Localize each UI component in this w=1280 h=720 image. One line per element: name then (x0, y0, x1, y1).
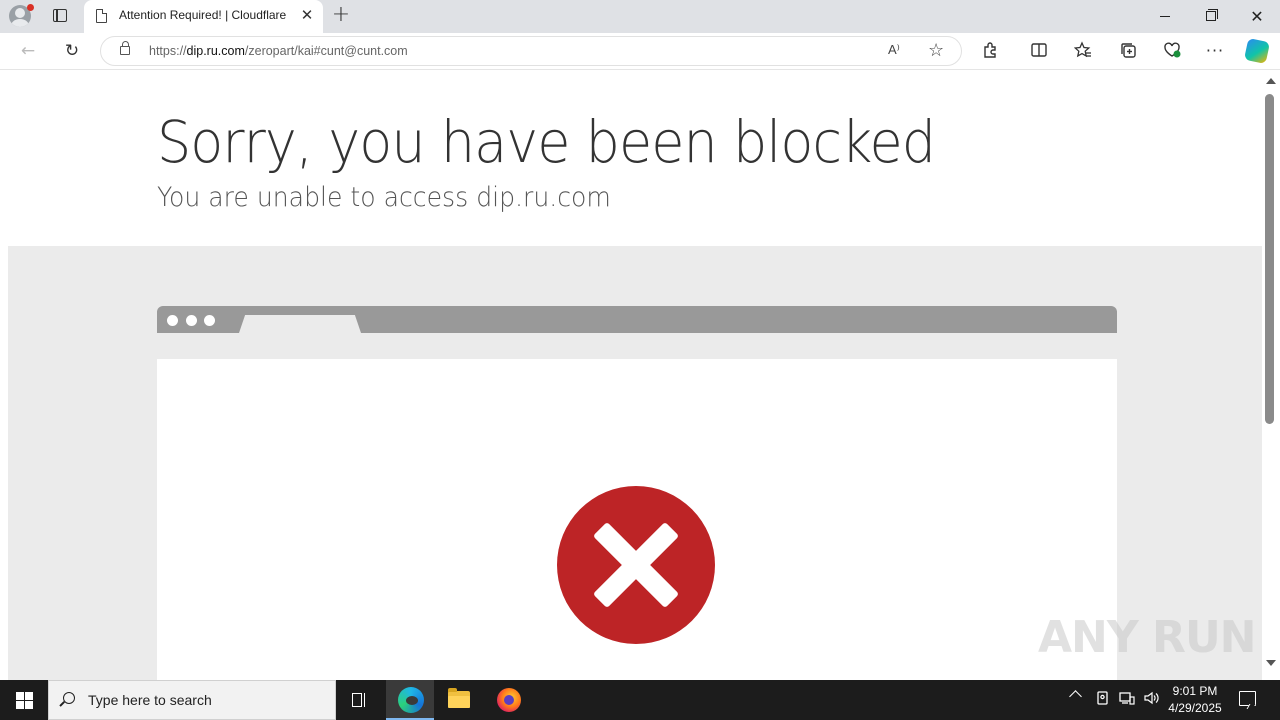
browser-toolbar: ← ↻ https://dip.ru.com/zeropart/kai#cunt… (0, 33, 1280, 70)
anyrun-watermark: ANY RUN (1038, 612, 1256, 663)
windows-logo-icon (25, 701, 33, 709)
illustration-tab (239, 315, 361, 333)
page-document-icon (96, 9, 107, 23)
clock-time: 9:01 PM (1172, 684, 1218, 698)
tab-close-button[interactable]: ✕ (297, 5, 317, 25)
favorites-icon[interactable] (1073, 41, 1093, 61)
browser-essentials-heart-icon[interactable] (1162, 41, 1182, 61)
edge-taskbar-icon[interactable] (386, 680, 434, 720)
tab-title: Attention Required! | Cloudflare (119, 8, 287, 22)
copilot-icon[interactable] (1243, 37, 1271, 65)
taskbar-clock[interactable]: 9:01 PM 4/29/2025 (1165, 683, 1225, 717)
reload-icon[interactable]: ↻ (58, 37, 86, 65)
network-icon[interactable] (1119, 691, 1135, 707)
read-aloud-icon[interactable]: A⁾ (888, 42, 900, 58)
url-path: /zeropart/kai#cunt@cunt.com (244, 44, 408, 58)
url-host: dip.ru.com (186, 44, 245, 58)
notifications-icon[interactable] (1239, 691, 1256, 706)
tab-actions-icon[interactable] (47, 5, 73, 27)
back-arrow-icon[interactable]: ← (14, 37, 42, 65)
scroll-up-arrow-icon[interactable] (1266, 78, 1276, 84)
illustration-browser-body (157, 359, 1117, 680)
address-bar[interactable]: https://dip.ru.com/zeropart/kai#cunt@cun… (100, 36, 962, 66)
browser-illustration (157, 306, 1117, 680)
add-favorite-star-icon[interactable]: ☆ (928, 40, 944, 61)
page-title: Sorry, you have been blocked (157, 108, 936, 176)
scroll-thumb[interactable] (1265, 94, 1274, 424)
page-viewport: Sorry, you have been blocked You are una… (0, 70, 1262, 680)
new-tab-button[interactable]: + (330, 4, 352, 28)
notification-dot-icon (27, 4, 34, 11)
illustration-dot (204, 315, 215, 326)
start-button[interactable] (0, 680, 48, 720)
active-tab[interactable]: Attention Required! | Cloudflare ✕ (84, 0, 323, 33)
lock-icon[interactable] (120, 41, 130, 55)
windows-taskbar: Type here to search 9:01 PM 4/29/2025 (0, 680, 1280, 720)
windows-logo-icon (16, 692, 24, 700)
meet-now-icon[interactable] (1095, 691, 1111, 707)
minimize-button[interactable] (1142, 0, 1188, 33)
browser-titlebar: Attention Required! | Cloudflare ✕ + ✕ (0, 0, 1280, 33)
watermark-text: ANY RUN (1038, 612, 1256, 663)
url-text[interactable]: https://dip.ru.com/zeropart/kai#cunt@cun… (149, 44, 408, 58)
show-hidden-icons-chevron-icon[interactable] (1069, 690, 1082, 703)
more-options-icon[interactable]: ··· (1205, 41, 1225, 61)
firefox-taskbar-icon[interactable] (484, 680, 532, 720)
file-explorer-taskbar-icon[interactable] (435, 680, 483, 720)
split-screen-icon[interactable] (1029, 41, 1049, 61)
extensions-puzzle-icon[interactable] (981, 41, 1001, 61)
illustration-dot (167, 315, 178, 326)
search-placeholder: Type here to search (88, 692, 212, 708)
blocked-x-icon (557, 486, 715, 644)
windows-logo-icon (25, 692, 33, 700)
windows-logo-icon (16, 701, 24, 709)
restore-button[interactable] (1188, 0, 1234, 33)
collections-icon[interactable] (1118, 41, 1138, 61)
scroll-down-arrow-icon[interactable] (1266, 660, 1276, 666)
illustration-browser-bar (157, 306, 1117, 333)
illustration-dot (186, 315, 197, 326)
block-header: Sorry, you have been blocked You are una… (8, 70, 1262, 246)
search-icon (63, 692, 75, 704)
page-scrollbar[interactable] (1262, 70, 1280, 680)
page-subtitle: You are unable to access dip.ru.com (157, 182, 611, 213)
task-view-button[interactable] (336, 680, 384, 720)
clock-date: 4/29/2025 (1168, 701, 1222, 715)
taskbar-search-input[interactable]: Type here to search (48, 680, 336, 720)
volume-icon[interactable] (1143, 691, 1159, 707)
window-close-button[interactable]: ✕ (1234, 0, 1280, 33)
url-scheme: https:// (149, 44, 187, 58)
